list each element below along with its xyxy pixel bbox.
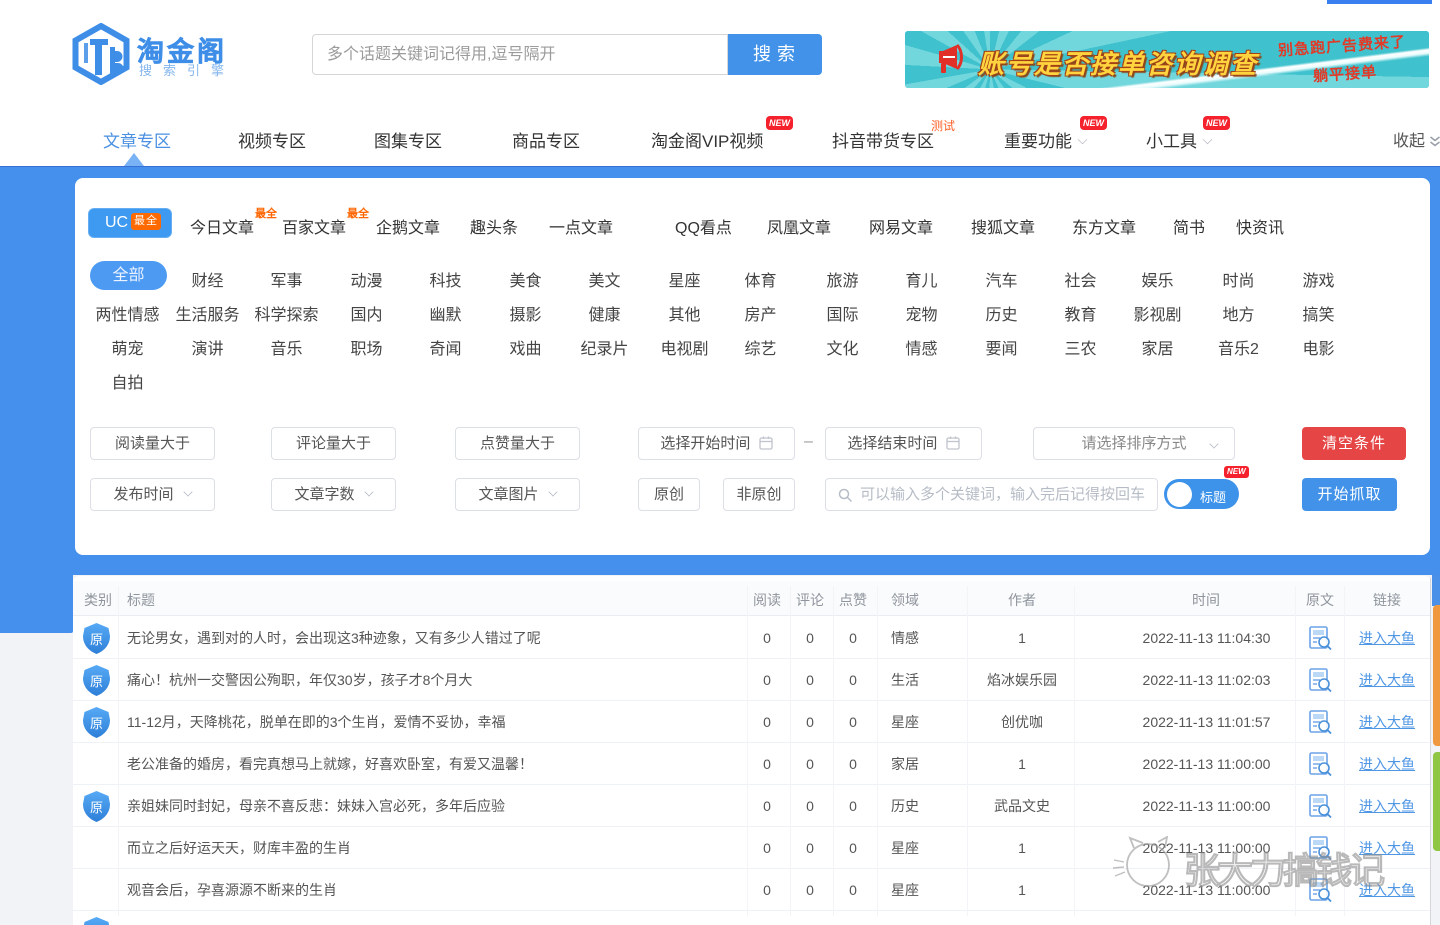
svg-text:原: 原 (90, 716, 103, 731)
svg-text:原: 原 (90, 800, 103, 815)
svg-text:原: 原 (90, 632, 103, 647)
svg-text:原: 原 (90, 674, 103, 689)
